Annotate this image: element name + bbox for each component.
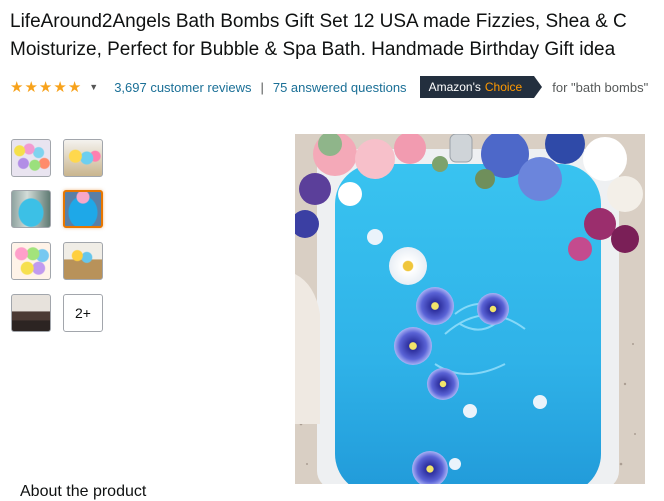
thumbnail-5[interactable]: [11, 242, 51, 280]
thumbnail-7[interactable]: [11, 294, 51, 332]
thumbnail-1[interactable]: [11, 139, 51, 177]
star-icon: ★: [10, 78, 24, 96]
chevron-down-icon[interactable]: ▼: [89, 82, 98, 92]
product-title: LifeAround2Angels Bath Bombs Gift Set 12…: [10, 8, 664, 64]
star-rating[interactable]: ★ ★ ★ ★ ★: [10, 80, 81, 95]
amazons-choice-badge[interactable]: Amazon's Choice: [419, 76, 542, 98]
thumbnail-2[interactable]: [63, 139, 103, 177]
about-product-heading: About the product: [20, 483, 147, 500]
separator: |: [260, 79, 264, 95]
star-icon: ★: [67, 78, 82, 96]
badge-keyword: for "bath bombs": [552, 79, 649, 95]
thumbnail-3[interactable]: [11, 190, 51, 228]
main-product-image[interactable]: [295, 134, 645, 484]
thumbnail-4-selected[interactable]: [63, 190, 103, 228]
more-images-label: 2+: [75, 305, 91, 321]
customer-reviews-link[interactable]: 3,697 customer reviews: [114, 80, 251, 95]
badge-choice-text: Choice: [484, 80, 523, 94]
answered-questions-link[interactable]: 75 answered questions: [273, 80, 407, 95]
bath-flowers-image: [295, 134, 645, 484]
more-images-button[interactable]: 2+: [63, 294, 103, 332]
badge-amazons-text: Amazon's: [428, 80, 481, 94]
product-title-line-1: LifeAround2Angels Bath Bombs Gift Set 12…: [10, 11, 627, 32]
star-icon: ★: [24, 78, 38, 96]
star-icon: ★: [38, 78, 53, 96]
rating-row: ★ ★ ★ ★ ★ ▼ 3,697 customer reviews | 75 …: [10, 76, 664, 98]
product-title-line-2: Moisturize, Perfect for Bubble & Spa Bat…: [10, 39, 616, 60]
thumbnail-6[interactable]: [63, 242, 103, 280]
star-icon: ★: [53, 78, 67, 96]
